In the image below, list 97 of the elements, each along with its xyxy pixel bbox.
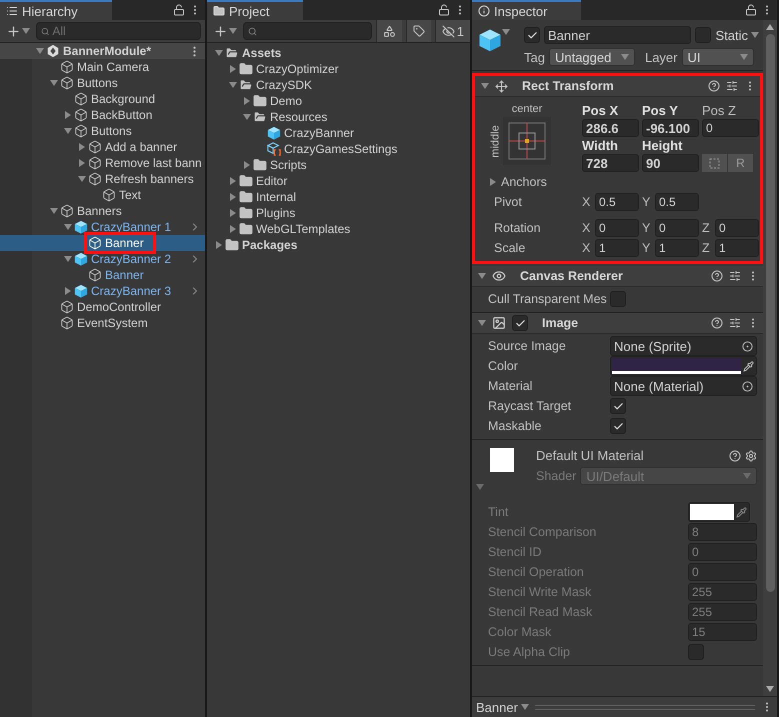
name-field[interactable]: Banner (544, 26, 692, 44)
highlight-frame: Banner (88, 236, 152, 250)
tree-item[interactable]: Packages (207, 237, 470, 253)
number-field[interactable]: 90 (642, 154, 699, 172)
shader-label: Shader (536, 469, 576, 483)
property-label: Pivot (493, 195, 523, 209)
number-field[interactable]: -96.100 (642, 119, 699, 137)
panel-tab[interactable]: Inspector (472, 0, 582, 20)
property-label: Stencil ID (488, 545, 542, 559)
tree-item[interactable]: WebGLTemplates (207, 221, 470, 237)
tree-item[interactable]: Assets (207, 45, 470, 61)
static-dropdown[interactable]: Static (715, 28, 759, 42)
property-label: Stencil Operation (488, 565, 585, 579)
tree-item[interactable]: Buttons (0, 123, 205, 139)
number-field[interactable]: 1 (595, 239, 639, 257)
object-dropdown[interactable]: Banner (476, 700, 529, 714)
search-field[interactable]: All (36, 22, 201, 40)
number-field[interactable]: 0 (715, 219, 759, 237)
property-label: Source Image (488, 339, 567, 353)
axis-label: Y (642, 195, 652, 209)
property-label: Color (488, 359, 519, 373)
property-label: Stencil Comparison (488, 525, 598, 539)
number-field[interactable]: 286.6 (582, 119, 639, 137)
component-header[interactable]: Rect Transform (475, 76, 760, 97)
axis-label: X (582, 221, 592, 235)
axis-label: Z (702, 221, 711, 235)
axis-label: Y (642, 221, 652, 235)
number-field[interactable]: 1 (715, 239, 759, 257)
scene-row[interactable]: BannerModule* (0, 43, 205, 59)
tree-item[interactable]: BackButton (0, 107, 205, 123)
axis-label: X (582, 195, 592, 209)
tree-item[interactable]: Banner (0, 267, 205, 283)
property-label: Stencil Write Mask (488, 585, 592, 599)
layer-dropdown[interactable]: UI (682, 48, 754, 66)
number-field[interactable]: 1 (655, 239, 699, 257)
field-label: Height (642, 138, 684, 153)
property-label: Material (488, 379, 534, 393)
tree-item[interactable]: CrazyBanner 1 (0, 219, 205, 235)
tree-item[interactable]: CrazyOptimizer (207, 61, 470, 77)
tree-item[interactable]: Demo (207, 93, 470, 109)
property-label: Tint (488, 505, 510, 519)
number-field[interactable]: 728 (582, 154, 639, 172)
object-field[interactable]: None (Sprite) (610, 336, 757, 356)
foldout-label[interactable]: Anchors (501, 175, 547, 189)
tree-item[interactable]: Internal (207, 189, 470, 205)
property-label: Maskable (488, 419, 542, 433)
number-field[interactable]: 0.5 (595, 193, 639, 211)
property-label: Cull Transparent Mes (488, 292, 608, 306)
property-label: Color Mask (488, 625, 552, 639)
field-label: Pos Y (642, 103, 679, 118)
tree-item[interactable]: Refresh banners (0, 171, 205, 187)
axis-label: Z (702, 241, 711, 255)
tree-item[interactable]: Remove last bann (0, 155, 205, 171)
component-header[interactable]: Image (472, 313, 763, 334)
property-label: Scale (493, 241, 526, 255)
tree-item[interactable]: Banners (0, 203, 205, 219)
tree-item[interactable]: Editor (207, 173, 470, 189)
anchor-vertical-label: middle (490, 124, 502, 158)
tree-item[interactable]: Buttons (0, 75, 205, 91)
field-label: Pos X (582, 103, 620, 118)
object-field[interactable]: None (Material) (610, 376, 757, 396)
tree-item[interactable]: Plugins (207, 205, 470, 221)
number-field[interactable]: 0 (655, 219, 699, 237)
component-header[interactable]: Canvas Renderer (472, 266, 763, 287)
number-field[interactable]: 0 (702, 119, 759, 137)
axis-label: X (582, 241, 592, 255)
tree-item[interactable]: CrazyBanner 3 (0, 283, 205, 299)
tag-label: Tag (524, 50, 545, 64)
material-title: Default UI Material (536, 448, 645, 463)
panel-tab[interactable]: Project (207, 0, 304, 20)
tree-item[interactable]: DemoController (0, 299, 205, 315)
field-label: Pos Z (702, 103, 737, 118)
tree-item[interactable]: Text (0, 187, 205, 203)
layer-label: Layer (644, 50, 678, 64)
panel-tab[interactable]: Hierarchy (0, 0, 112, 20)
property-label: Stencil Read Mask (488, 605, 594, 619)
tree-item[interactable]: CrazyGamesSettings (207, 141, 470, 157)
number-field[interactable]: 0.5 (655, 193, 699, 211)
number-field[interactable]: 0 (595, 219, 639, 237)
axis-label: Y (642, 241, 652, 255)
tree-item[interactable]: Scripts (207, 157, 470, 173)
tree-item[interactable]: CrazyBanner (207, 125, 470, 141)
tree-item[interactable]: Main Camera (0, 59, 205, 75)
field-label: Width (582, 138, 619, 153)
property-label: Raycast Target (488, 399, 572, 413)
tree-item[interactable]: Resources (207, 109, 470, 125)
tree-item[interactable]: Banner (0, 235, 205, 251)
hidden-packages-button[interactable]: 1 (434, 20, 470, 42)
tree-item[interactable]: EventSystem (0, 315, 205, 331)
tree-item[interactable]: CrazySDK (207, 77, 470, 93)
tree-item[interactable]: CrazyBanner 2 (0, 251, 205, 267)
property-label: Use Alpha Clip (488, 645, 571, 659)
anchor-horizontal-label: center (510, 103, 544, 117)
property-label: Rotation (493, 221, 542, 235)
tree-item[interactable]: Background (0, 91, 205, 107)
tree-item[interactable]: Add a banner (0, 139, 205, 155)
tag-dropdown[interactable]: Untagged (548, 48, 635, 66)
